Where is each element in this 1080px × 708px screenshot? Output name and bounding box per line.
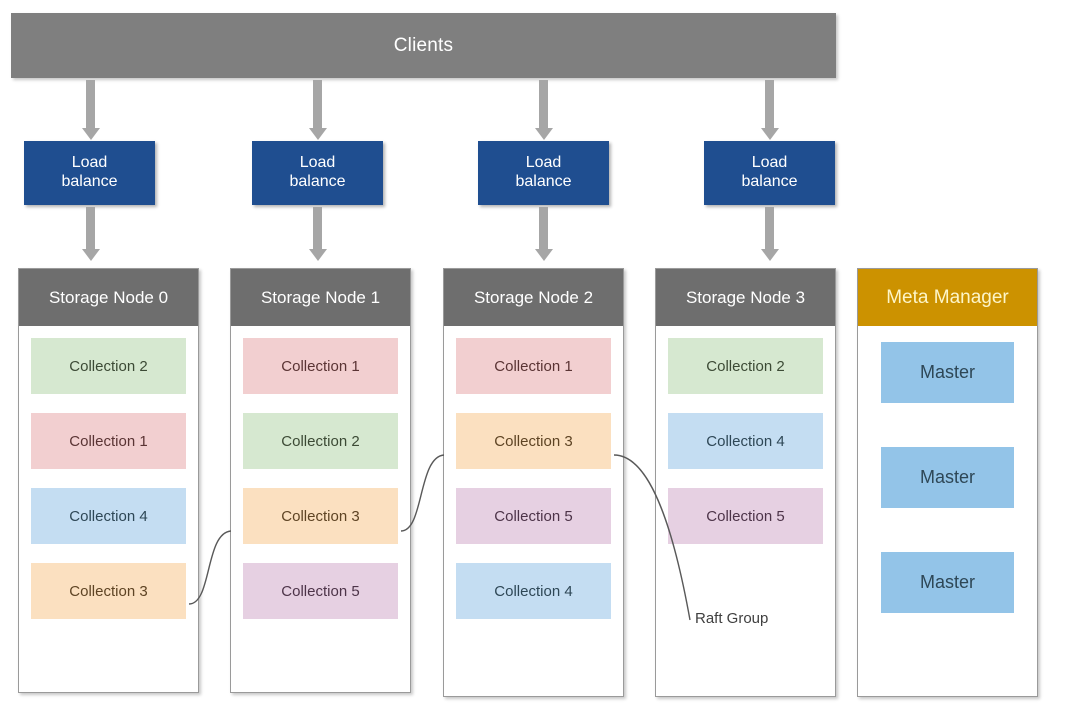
- arrow-clients-to-lb-2: [539, 80, 548, 129]
- storage-node-0-header: Storage Node 0: [19, 269, 198, 326]
- load-balancer-2-line1: Load: [525, 154, 562, 172]
- collection-box[interactable]: Collection 5: [243, 563, 398, 619]
- collection-box[interactable]: Collection 2: [31, 338, 186, 394]
- arrow-lb-2-to-node-2: [539, 207, 548, 250]
- master-spacer: [858, 508, 1037, 552]
- load-balancer-2-line2: balance: [515, 173, 572, 190]
- load-balancer-3[interactable]: Load balance: [704, 141, 835, 205]
- master-box[interactable]: Master: [881, 552, 1014, 613]
- arrow-clients-to-lb-1: [313, 80, 322, 129]
- collection-box[interactable]: Collection 3: [456, 413, 611, 469]
- storage-node-1-title: Storage Node 1: [260, 287, 381, 307]
- meta-manager-title: Meta Manager: [886, 286, 1009, 308]
- collection-label: Collection 3: [281, 507, 360, 525]
- arrow-clients-to-lb-0: [86, 80, 95, 129]
- collection-box[interactable]: Collection 3: [243, 488, 398, 544]
- collection-box[interactable]: Collection 4: [31, 488, 186, 544]
- meta-manager-body: Master Master Master: [858, 326, 1037, 613]
- collection-label: Collection 5: [281, 582, 360, 600]
- collection-label: Collection 5: [706, 507, 785, 525]
- collection-label: Collection 1: [494, 357, 573, 375]
- load-balancer-1-line1: Load: [299, 154, 336, 172]
- collection-label: Collection 4: [706, 432, 785, 450]
- load-balancer-3-line2: balance: [741, 173, 798, 190]
- storage-node-2-header: Storage Node 2: [444, 269, 623, 326]
- collection-label: Collection 4: [69, 507, 148, 525]
- clients-bar: Clients: [11, 13, 836, 78]
- storage-node-0-title: Storage Node 0: [48, 287, 169, 307]
- collection-box[interactable]: Collection 5: [456, 488, 611, 544]
- master-box[interactable]: Master: [881, 342, 1014, 403]
- collection-box[interactable]: Collection 4: [668, 413, 823, 469]
- storage-node-3-header: Storage Node 3: [656, 269, 835, 326]
- collection-label: Collection 3: [69, 582, 148, 600]
- storage-node-1[interactable]: Storage Node 1 Collection 1 Collection 2…: [230, 268, 411, 693]
- load-balancer-1[interactable]: Load balance: [252, 141, 383, 205]
- meta-manager-header: Meta Manager: [858, 269, 1037, 326]
- master-label: Master: [919, 572, 975, 592]
- collection-box[interactable]: Collection 1: [243, 338, 398, 394]
- meta-manager-panel[interactable]: Meta Manager Master Master Master: [857, 268, 1038, 697]
- collection-label: Collection 2: [706, 357, 785, 375]
- collection-label: Collection 3: [494, 432, 573, 450]
- arrow-lb-3-to-node-3: [765, 207, 774, 250]
- collection-box[interactable]: Collection 1: [456, 338, 611, 394]
- master-label: Master: [919, 362, 975, 382]
- collection-box[interactable]: Collection 5: [668, 488, 823, 544]
- collection-box[interactable]: Collection 4: [456, 563, 611, 619]
- storage-node-2[interactable]: Storage Node 2 Collection 1 Collection 3…: [443, 268, 624, 697]
- load-balancer-1-line2: balance: [289, 173, 346, 190]
- storage-node-0-body: Collection 2 Collection 1 Collection 4 C…: [19, 326, 198, 619]
- collection-label: Collection 5: [494, 507, 573, 525]
- master-spacer: [858, 403, 1037, 447]
- storage-node-2-title: Storage Node 2: [473, 287, 594, 307]
- storage-node-3-body: Collection 2 Collection 4 Collection 5: [656, 326, 835, 544]
- clients-label: Clients: [393, 34, 454, 56]
- arrow-clients-to-lb-3: [765, 80, 774, 129]
- storage-node-3[interactable]: Storage Node 3 Collection 2 Collection 4…: [655, 268, 836, 697]
- collection-label: Collection 1: [69, 432, 148, 450]
- storage-node-1-body: Collection 1 Collection 2 Collection 3 C…: [231, 326, 410, 619]
- load-balancer-2[interactable]: Load balance: [478, 141, 609, 205]
- load-balancer-0[interactable]: Load balance: [24, 141, 155, 205]
- storage-node-2-body: Collection 1 Collection 3 Collection 5 C…: [444, 326, 623, 619]
- arrow-lb-0-to-node-0: [86, 207, 95, 250]
- storage-node-1-header: Storage Node 1: [231, 269, 410, 326]
- raft-group-label: Raft Group: [695, 610, 769, 627]
- collection-box[interactable]: Collection 3: [31, 563, 186, 619]
- collection-label: Collection 4: [494, 582, 573, 600]
- storage-node-0[interactable]: Storage Node 0 Collection 2 Collection 1…: [18, 268, 199, 693]
- master-box[interactable]: Master: [881, 447, 1014, 508]
- arrow-lb-1-to-node-1: [313, 207, 322, 250]
- collection-box[interactable]: Collection 2: [668, 338, 823, 394]
- load-balancer-0-line2: balance: [61, 173, 118, 190]
- collection-label: Collection 1: [281, 357, 360, 375]
- collection-label: Collection 2: [281, 432, 360, 450]
- collection-label: Collection 2: [69, 357, 148, 375]
- load-balancer-0-line1: Load: [71, 154, 108, 172]
- collection-box[interactable]: Collection 2: [243, 413, 398, 469]
- diagram-canvas: Clients Load balance Load balance Load b…: [0, 0, 1080, 708]
- master-label: Master: [919, 467, 975, 487]
- storage-node-3-title: Storage Node 3: [685, 287, 806, 307]
- collection-box[interactable]: Collection 1: [31, 413, 186, 469]
- load-balancer-3-line1: Load: [751, 154, 788, 172]
